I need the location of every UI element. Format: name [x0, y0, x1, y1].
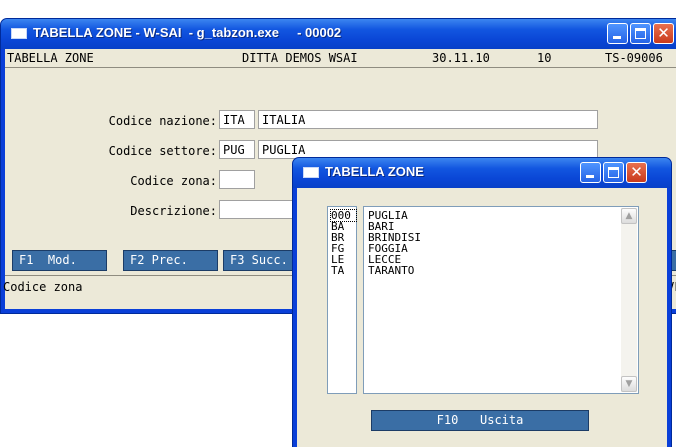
terminal-number: 10: [537, 51, 552, 65]
maximize-icon: [608, 167, 619, 178]
maximize-button[interactable]: [630, 23, 651, 44]
zone-code-item[interactable]: TA: [331, 265, 356, 276]
country-name-field: ITALIA: [258, 110, 598, 129]
zone-name-item[interactable]: TARANTO: [368, 265, 638, 276]
main-titlebar[interactable]: TABELLA ZONE - W-SAI - g_tabzon.exe - 00…: [1, 19, 676, 49]
scroll-down-arrow-icon[interactable]: ▼: [621, 376, 637, 392]
minimize-icon: [586, 175, 594, 178]
main-window-title: TABELLA ZONE - W-SAI - g_tabzon.exe - 00…: [33, 25, 342, 40]
popup-window-icon: [303, 167, 319, 178]
f1-modify-button[interactable]: F1 Mod.: [12, 250, 107, 271]
f2-previous-button[interactable]: F2 Prec.: [123, 250, 218, 271]
popup-close-button[interactable]: ✕: [626, 162, 647, 183]
popup-maximize-button[interactable]: [603, 162, 624, 183]
zone-name-scrollbar[interactable]: ▲ ▼: [621, 208, 637, 392]
header-divider: [5, 67, 676, 68]
status-text: Codice zona: [3, 280, 83, 294]
f10-exit-button[interactable]: F10 Uscita: [371, 410, 589, 431]
zone-name-item[interactable]: FOGGIA: [368, 243, 638, 254]
zone-code-field[interactable]: [219, 170, 255, 189]
header-date: 30.11.10: [432, 51, 490, 65]
popup-minimize-button[interactable]: [580, 162, 601, 183]
minimize-icon: [613, 36, 621, 39]
zone-name-items: PUGLIA BARI BRINDISI FOGGIA LECCE TARANTO: [368, 210, 638, 276]
minimize-button[interactable]: [607, 23, 628, 44]
screen-code: TS-09006: [605, 51, 663, 65]
company-name: DITTA DEMOS WSAI: [242, 51, 358, 65]
maximize-icon: [635, 28, 646, 39]
zone-lookup-popup: TABELLA ZONE ✕ 000 BA BR FG LE TA PUGLIA BARI B…: [292, 157, 672, 447]
popup-title: TABELLA ZONE: [325, 164, 424, 179]
country-code-label: Codice nazione:: [108, 114, 217, 128]
zone-code-label: Codice zona:: [130, 174, 217, 188]
zone-name-list[interactable]: PUGLIA BARI BRINDISI FOGGIA LECCE TARANTO ▲ ▼: [363, 206, 639, 394]
zone-name-item[interactable]: BRINDISI: [368, 232, 638, 243]
zone-code-items: 000 BA BR FG LE TA: [330, 209, 357, 276]
popup-client-area: 000 BA BR FG LE TA PUGLIA BARI BRINDISI FOGGIA LE…: [297, 188, 667, 447]
close-button[interactable]: ✕: [653, 23, 674, 44]
close-icon: ✕: [630, 163, 643, 181]
description-label: Descrizione:: [130, 204, 217, 218]
scroll-up-arrow-icon[interactable]: ▲: [621, 208, 637, 224]
screen-name: TABELLA ZONE: [7, 51, 94, 65]
window-icon: [11, 28, 27, 39]
country-code-field[interactable]: ITA: [219, 110, 255, 129]
sector-code-label: Codice settore:: [108, 144, 217, 158]
header-info-row: TABELLA ZONE DITTA DEMOS WSAI 30.11.10 1…: [5, 50, 676, 67]
zone-code-list[interactable]: 000 BA BR FG LE TA: [327, 206, 357, 394]
sector-code-field[interactable]: PUG: [219, 140, 255, 159]
zone-name-item[interactable]: PUGLIA: [368, 210, 638, 221]
popup-titlebar[interactable]: TABELLA ZONE ✕: [293, 158, 671, 188]
close-icon: ✕: [657, 24, 670, 42]
